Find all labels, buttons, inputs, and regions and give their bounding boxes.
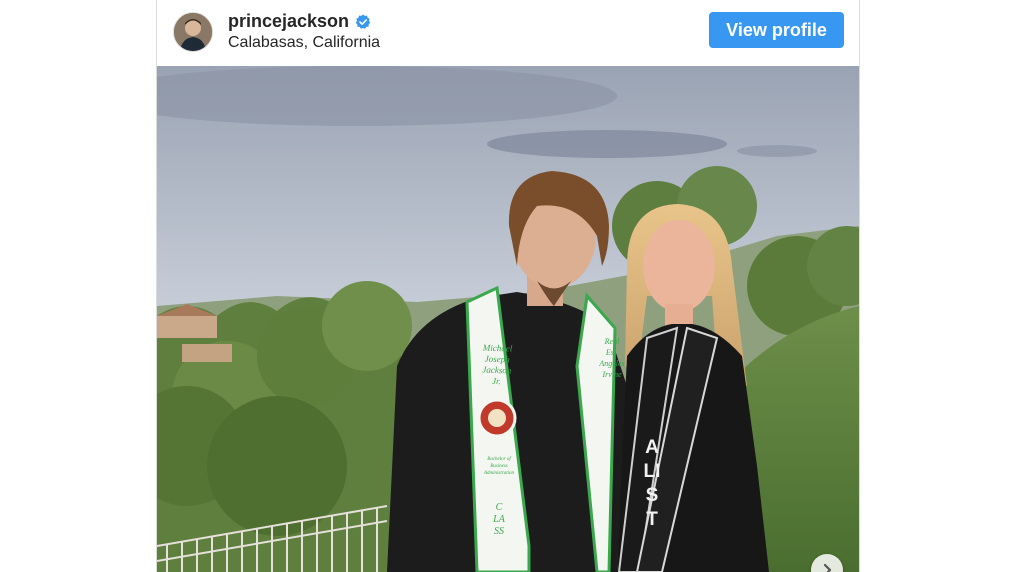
sash-alist-text: ALIST <box>643 437 661 530</box>
stole-text-line: Est. <box>605 348 619 357</box>
post-photo[interactable]: Michael Joseph Jackson Jr. Bachelor of B… <box>157 66 859 572</box>
avatar[interactable] <box>173 12 213 52</box>
username[interactable]: princejackson <box>228 11 371 32</box>
stole-text-line: Angeles <box>599 359 625 368</box>
stole-left-class: CLASS <box>493 502 505 537</box>
stole-left-name: Michael Joseph Jackson Jr. <box>474 342 520 388</box>
stole-text-line: Business <box>490 464 508 469</box>
stole-text-line: Michael <box>482 342 513 354</box>
stole-text-line: Bachelor of <box>487 457 511 462</box>
stole-text-line: Irvine <box>602 370 622 379</box>
graduation-photo <box>157 66 859 572</box>
instagram-embed-card: princejackson Calabasas, California View… <box>156 0 860 572</box>
post-header: princejackson Calabasas, California View… <box>157 0 859 67</box>
stole-text-line: Administration <box>483 471 514 476</box>
stole-left-degree: Bachelor of Business Administration <box>477 456 521 477</box>
username-text[interactable]: princejackson <box>228 11 349 32</box>
view-profile-button[interactable]: View profile <box>709 12 844 48</box>
stole-right-text: Real Est. Angeles Irvine <box>597 336 627 380</box>
location-link[interactable]: Calabasas, California <box>228 34 380 52</box>
verified-badge-icon <box>355 14 371 30</box>
chevron-right-icon <box>823 563 832 572</box>
stole-text-line: Jr. <box>491 375 501 387</box>
stole-text-line: Real <box>604 337 620 346</box>
